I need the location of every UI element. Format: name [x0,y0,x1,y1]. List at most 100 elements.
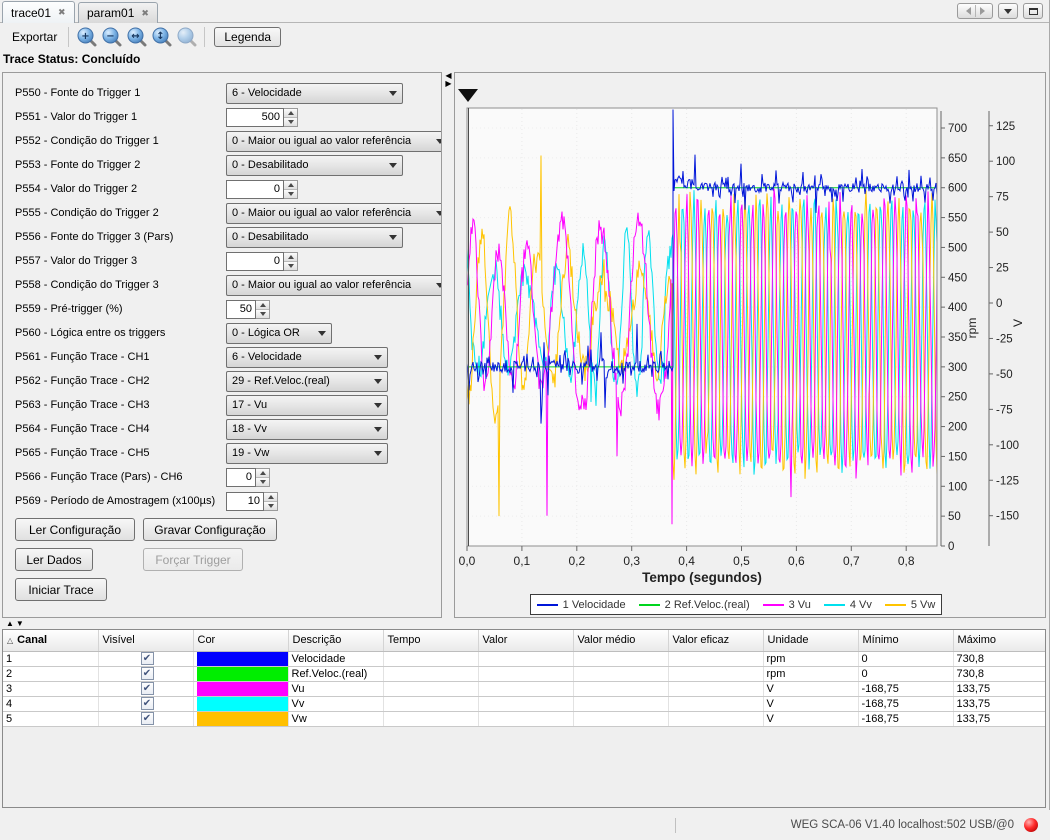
legend-button[interactable]: Legenda [214,27,281,47]
color-cell[interactable] [193,666,288,681]
table-cell: Vw [288,711,383,726]
horizontal-splitter[interactable]: ▲ ▼ [2,618,1046,629]
visible-checkbox[interactable] [141,712,154,725]
expand-down-icon[interactable]: ▼ [16,620,24,628]
legend-label: 2 Ref.Veloc.(real) [665,599,750,611]
color-cell[interactable] [193,711,288,726]
color-cell[interactable] [193,651,288,666]
column-header-m-ximo[interactable]: Máximo [953,630,1045,651]
tab-bar: trace01 ✖ param01 ✖ [0,0,1049,23]
spinner-down-icon[interactable] [264,501,277,510]
read-data-button[interactable]: Ler Dados [15,548,93,571]
param-dropdown[interactable]: 0 - Desabilitado [226,227,403,248]
visible-checkbox[interactable] [141,652,154,665]
spinner-down-icon[interactable] [256,309,269,318]
param-dropdown[interactable]: 0 - Maior ou igual ao valor referência [226,203,442,224]
param-dropdown[interactable]: 18 - Vv [226,419,388,440]
start-trace-button[interactable]: Iniciar Trace [15,578,107,601]
column-header-cor[interactable]: Cor [193,630,288,651]
spinner-down-icon[interactable] [284,117,297,126]
sort-ascending-icon: △ [7,636,13,645]
read-config-button[interactable]: Ler Configuração [15,518,135,541]
param-value-input[interactable]: 50 [226,300,256,319]
tab-scroll-right-icon[interactable] [980,7,985,15]
param-value-input[interactable]: 10 [226,492,264,511]
tab-scroll-left-icon[interactable] [966,7,971,15]
spinner-down-icon[interactable] [284,261,297,270]
table-row[interactable]: 3VuV-168,75133,75 [3,681,1045,696]
toolbar: Exportar + − ↔ ↕ Legenda [0,23,1049,50]
zoom-vertical-icon[interactable]: ↕ [150,25,173,48]
maximize-view-icon[interactable] [1023,3,1043,19]
spinner-down-icon[interactable] [256,477,269,486]
column-header-descri-o[interactable]: Descrição [288,630,383,651]
spinner-up-icon[interactable] [284,109,297,117]
table-row[interactable]: 5VwV-168,75133,75 [3,711,1045,726]
param-dropdown[interactable]: 6 - Velocidade [226,83,403,104]
trigger-marker-icon[interactable] [458,89,478,102]
legend-item: 4 Vv [824,599,872,611]
y-tick-label: -75 [996,404,1013,416]
column-header-valor[interactable]: Valor [478,630,573,651]
tab-list-dropdown-icon[interactable] [998,3,1018,19]
chevron-down-icon [374,427,382,432]
spinner-up-icon[interactable] [284,253,297,261]
param-dropdown[interactable]: 6 - Velocidade [226,347,388,368]
visible-checkbox[interactable] [141,697,154,710]
spinner-up-icon[interactable] [256,469,269,477]
table-row[interactable]: 4VvV-168,75133,75 [3,696,1045,711]
table-cell [478,666,573,681]
table-row[interactable]: 2Ref.Veloc.(real)rpm0730,8 [3,666,1045,681]
param-dropdown[interactable]: 17 - Vu [226,395,388,416]
color-cell[interactable] [193,696,288,711]
vertical-splitter[interactable]: ◀ ▶ [443,72,454,618]
visible-checkbox[interactable] [141,682,154,695]
column-header-canal[interactable]: △Canal [3,630,98,651]
param-value-input[interactable]: 0 [226,468,256,487]
column-header-m-nimo[interactable]: Mínimo [858,630,953,651]
table-cell: Vu [288,681,383,696]
param-value-input[interactable]: 500 [226,108,284,127]
zoom-horizontal-icon[interactable]: ↔ [125,25,148,48]
zoom-in-icon[interactable]: + [75,25,98,48]
column-header-unidade[interactable]: Unidade [763,630,858,651]
spinner-up-icon[interactable] [264,493,277,501]
write-config-button[interactable]: Gravar Configuração [143,518,277,541]
column-header-tempo[interactable]: Tempo [383,630,478,651]
column-header-vis-vel[interactable]: Visível [98,630,193,651]
expand-right-icon[interactable]: ▶ [443,80,454,88]
param-dropdown[interactable]: 0 - Maior ou igual ao valor referência [226,275,442,296]
table-cell: V [763,681,858,696]
param-dropdown[interactable]: 0 - Lógica OR [226,323,332,344]
table-cell: 133,75 [953,681,1045,696]
zoom-out-icon[interactable]: − [100,25,123,48]
collapse-up-icon[interactable]: ▲ [6,620,14,628]
chevron-down-icon [389,163,397,168]
param-dropdown[interactable]: 0 - Maior ou igual ao valor referência [226,131,442,152]
param-dropdown[interactable]: 29 - Ref.Veloc.(real) [226,371,388,392]
tab-trace01[interactable]: trace01 ✖ [2,1,75,23]
param-dropdown[interactable]: 0 - Desabilitado [226,155,403,176]
force-trigger-button: Forçar Trigger [143,548,243,571]
column-header-valor-eficaz[interactable]: Valor eficaz [668,630,763,651]
column-header-valor-m-dio[interactable]: Valor médio [573,630,668,651]
color-cell[interactable] [193,681,288,696]
spinner-up-icon[interactable] [256,301,269,309]
close-icon[interactable]: ✖ [141,9,149,18]
table-row[interactable]: 1Velocidaderpm0730,8 [3,651,1045,666]
legend-label: 5 Vw [911,599,935,611]
close-icon[interactable]: ✖ [58,8,66,17]
table-cell [478,696,573,711]
dropdown-value: 0 - Desabilitado [232,231,308,243]
visible-checkbox[interactable] [141,667,154,680]
y-axis-title: V [1011,319,1025,327]
tab-param01[interactable]: param01 ✖ [78,2,158,23]
param-value-input[interactable]: 0 [226,252,284,271]
param-value-input[interactable]: 0 [226,180,284,199]
param-dropdown[interactable]: 19 - Vw [226,443,388,464]
spinner-down-icon[interactable] [284,189,297,198]
channels-table: △CanalVisívelCorDescriçãoTempoValorValor… [3,630,1046,727]
zoom-reset-icon[interactable] [175,25,198,48]
spinner-up-icon[interactable] [284,181,297,189]
export-menu[interactable]: Exportar [6,26,63,48]
